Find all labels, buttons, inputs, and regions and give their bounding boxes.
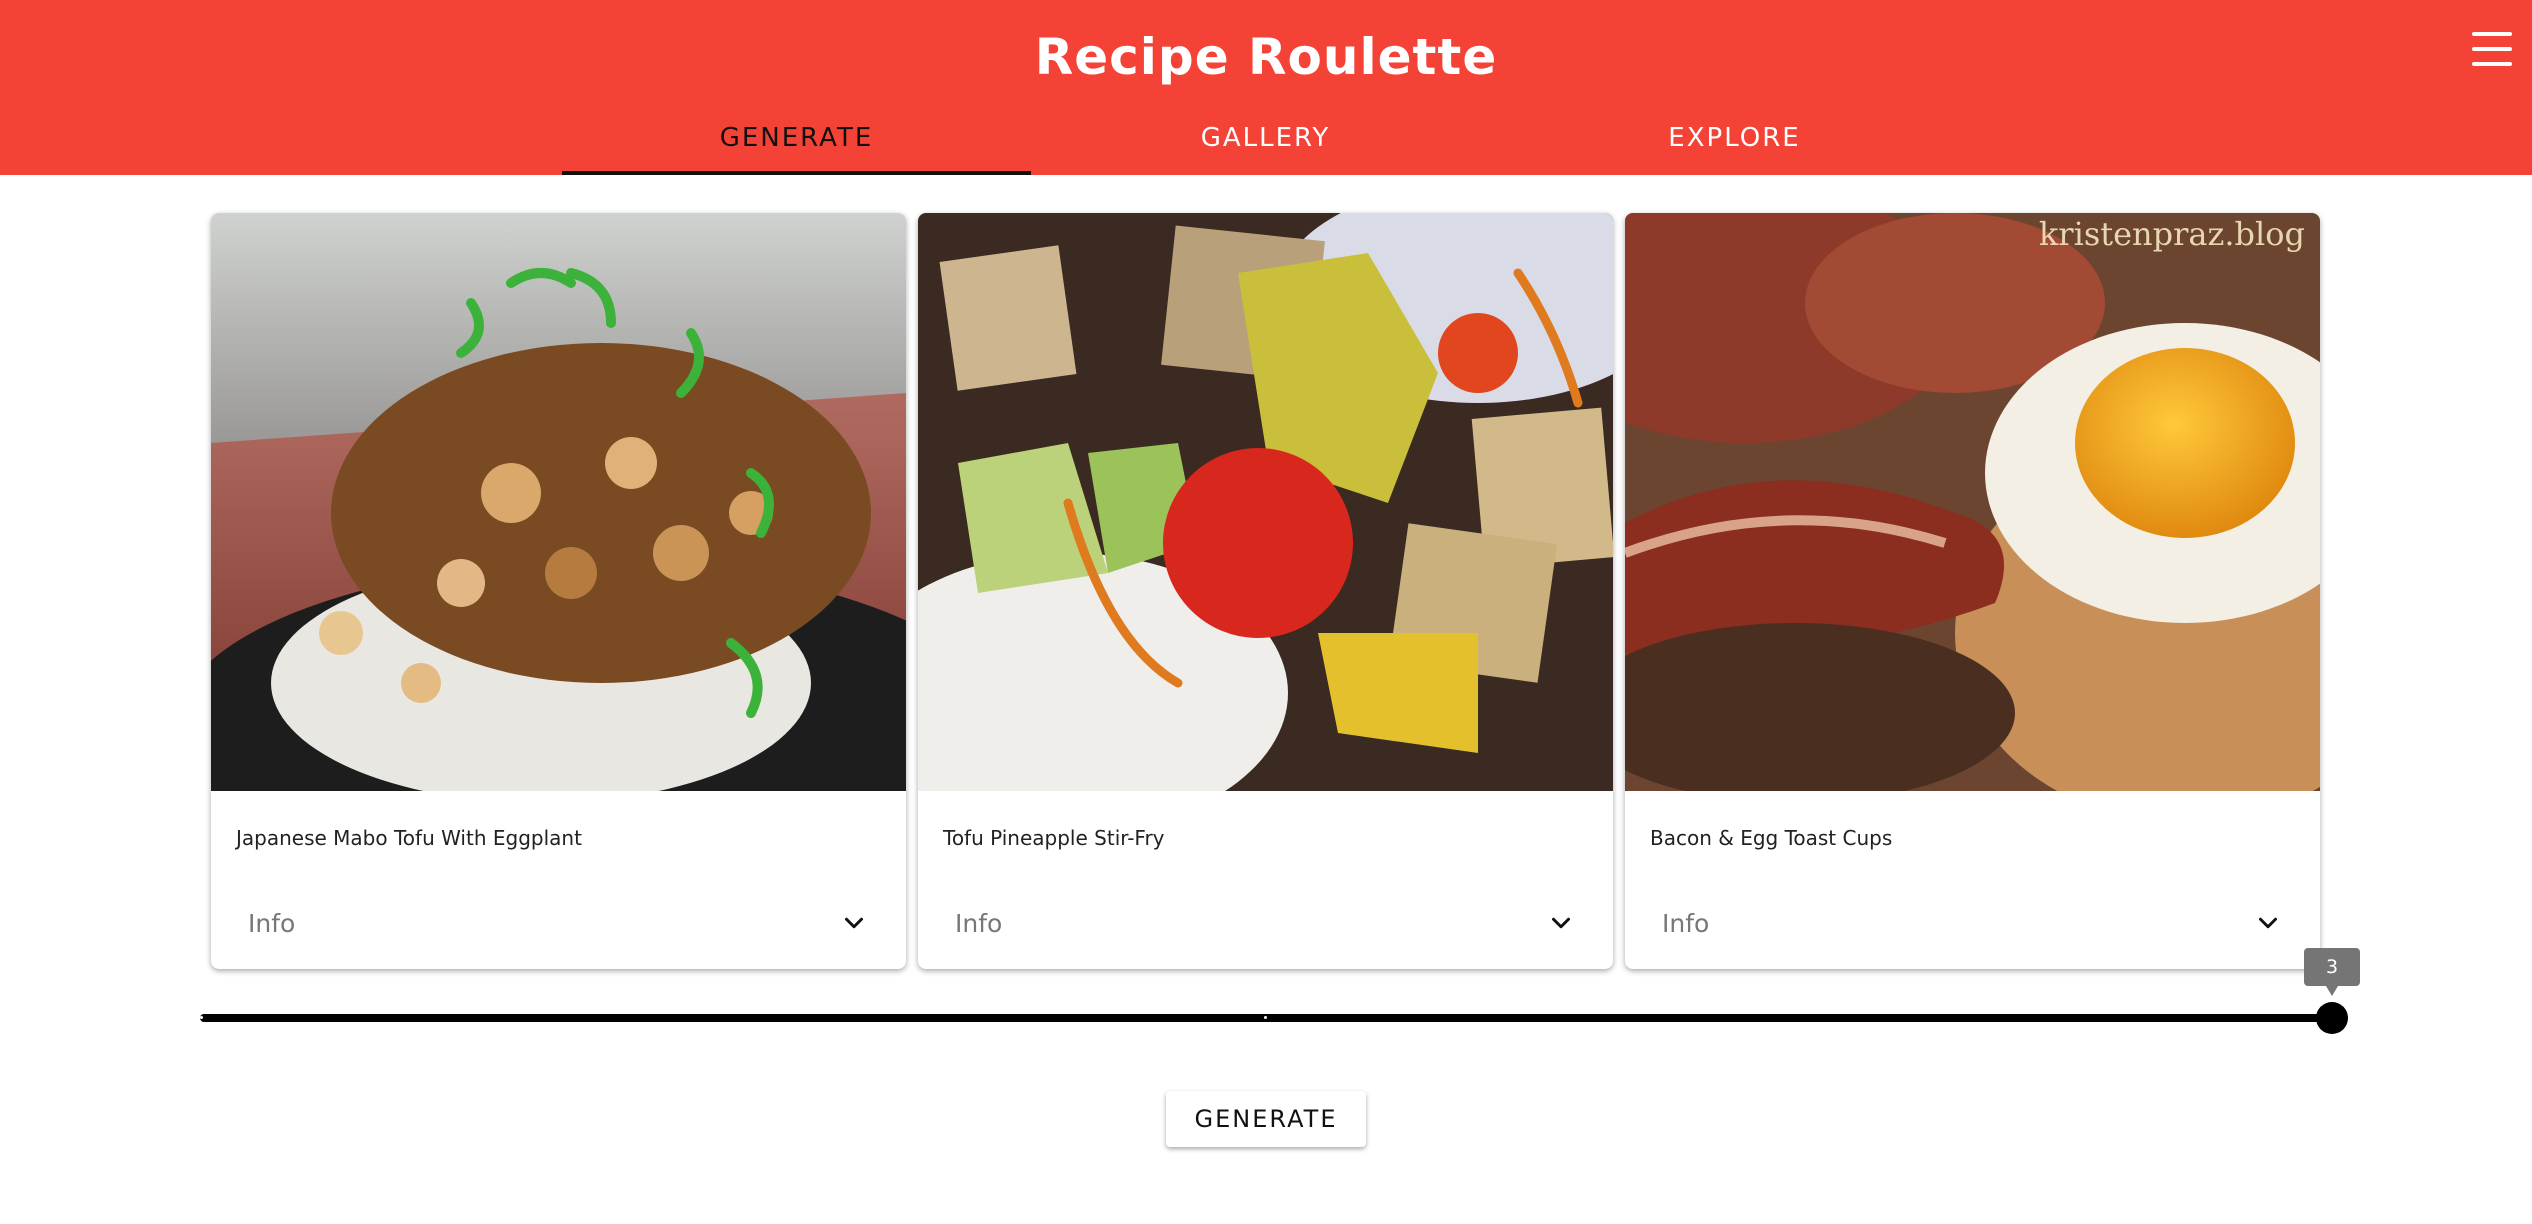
tab-generate[interactable]: GENERATE — [562, 100, 1031, 175]
app-bar: Recipe Roulette GENERATE GALLERY EXPLORE — [0, 0, 2532, 175]
chevron-down-icon[interactable] — [2253, 908, 2283, 938]
slider-tick — [1264, 1016, 1267, 1019]
info-label: Info — [1662, 908, 1710, 938]
recipe-title: Japanese Mabo Tofu With Eggplant — [236, 826, 582, 850]
info-expander[interactable]: Info — [955, 893, 1576, 953]
generate-button[interactable]: GENERATE — [1166, 1091, 1366, 1147]
recipe-card: Tofu Pineapple Stir-Fry Info — [918, 213, 1613, 969]
recipe-card: Japanese Mabo Tofu With Eggplant Info — [211, 213, 906, 969]
app-title: Recipe Roulette — [1034, 28, 1498, 86]
info-expander[interactable]: Info — [248, 893, 869, 953]
hamburger-menu-icon[interactable] — [2472, 32, 2512, 66]
slider-value-label: 3 — [2304, 948, 2360, 996]
chevron-down-icon[interactable] — [1546, 908, 1576, 938]
info-label: Info — [955, 908, 1003, 938]
slider-thumb[interactable] — [2316, 1002, 2348, 1034]
recipe-image — [918, 213, 1613, 791]
recipe-card: kristenpraz.blog Bacon & Egg Toast Cups … — [1625, 213, 2320, 969]
tab-bar: GENERATE GALLERY EXPLORE — [562, 100, 1969, 175]
info-expander[interactable]: Info — [1662, 893, 2283, 953]
chevron-down-icon[interactable] — [839, 908, 869, 938]
info-label: Info — [248, 908, 296, 938]
recipe-title: Tofu Pineapple Stir-Fry — [943, 826, 1165, 850]
recipe-title: Bacon & Egg Toast Cups — [1650, 826, 1893, 850]
watermark-text: kristenpraz.blog — [2039, 215, 2305, 253]
recipe-image: kristenpraz.blog — [1625, 213, 2320, 791]
slider-tick — [200, 1016, 203, 1019]
tab-explore[interactable]: EXPLORE — [1500, 100, 1969, 175]
recipe-image — [211, 213, 906, 791]
tab-gallery[interactable]: GALLERY — [1031, 100, 1500, 175]
